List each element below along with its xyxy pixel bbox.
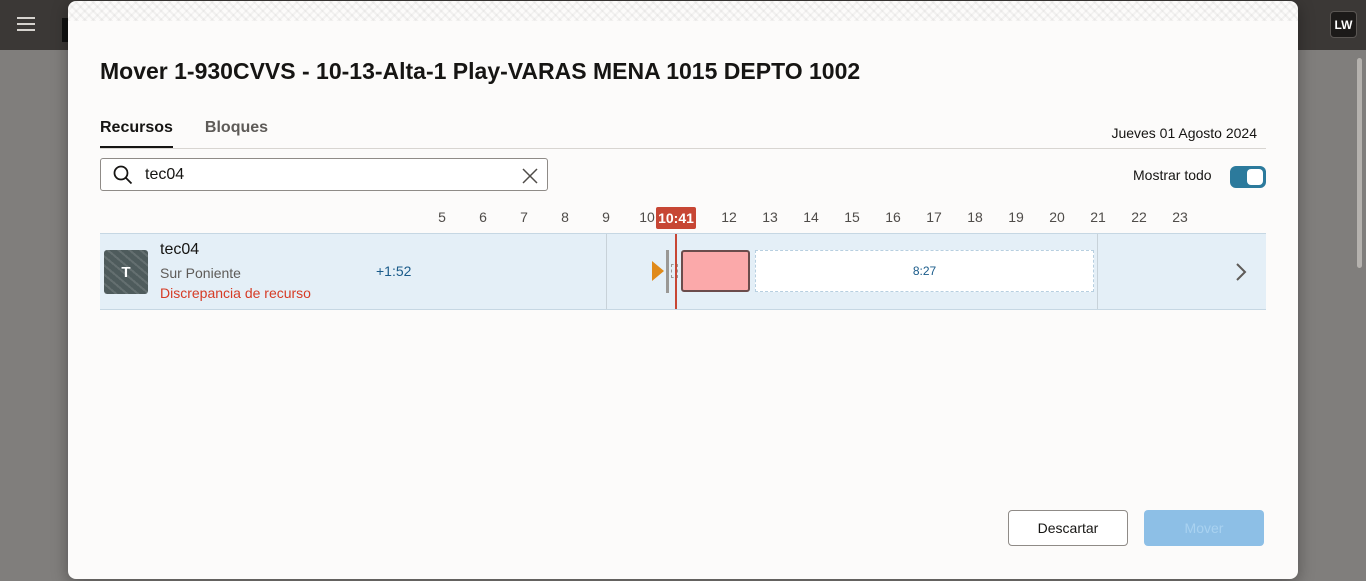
resource-name: tec04 [160, 241, 200, 258]
search-field[interactable] [100, 158, 548, 191]
close-icon[interactable] [521, 167, 539, 185]
free-time-slot[interactable]: 8:27 [755, 250, 1094, 292]
search-input[interactable] [145, 163, 505, 187]
hour-tick: 21 [1090, 209, 1106, 225]
current-time-line [675, 234, 677, 309]
hour-tick: 22 [1131, 209, 1147, 225]
hour-tick: 23 [1172, 209, 1188, 225]
hour-tick: 15 [844, 209, 860, 225]
resource-area: Sur Poniente [160, 265, 241, 281]
discard-button[interactable]: Descartar [1008, 510, 1128, 546]
route-start-marker [652, 261, 664, 281]
hour-tick: 7 [520, 209, 528, 225]
dialog-header-texture [68, 1, 1298, 21]
show-all-toggle[interactable] [1230, 166, 1266, 188]
hour-tick: 17 [926, 209, 942, 225]
resource-row[interactable]: T tec04 Sur Poniente Discrepancia de rec… [100, 233, 1266, 310]
hour-tick: 5 [438, 209, 446, 225]
user-avatar[interactable]: LW [1330, 11, 1357, 38]
current-time-badge: 10:41 [656, 207, 696, 229]
hour-tick: 6 [479, 209, 487, 225]
move-dialog: Mover 1-930CVVS - 10-13-Alta-1 Play-VARA… [68, 1, 1298, 579]
work-window-start-line [606, 234, 607, 309]
hour-tick: 12 [721, 209, 737, 225]
resource-avatar: T [104, 250, 148, 294]
toggle-knob [1247, 169, 1263, 185]
tabs-divider [100, 148, 1266, 149]
hamburger-menu-icon[interactable] [17, 17, 35, 31]
dialog-title: Mover 1-930CVVS - 10-13-Alta-1 Play-VARA… [100, 58, 861, 84]
hour-tick: 16 [885, 209, 901, 225]
time-offset: +1:52 [376, 263, 412, 279]
tab-bloques[interactable]: Bloques [205, 119, 268, 149]
date-label: Jueves 01 Agosto 2024 [1111, 125, 1257, 141]
hour-tick: 9 [602, 209, 610, 225]
hour-tick: 14 [803, 209, 819, 225]
avatar-letter: T [121, 263, 131, 281]
resource-warning: Discrepancia de recurso [160, 285, 311, 301]
hour-tick: 20 [1049, 209, 1065, 225]
show-all-label: Mostrar todo [1133, 167, 1212, 183]
search-icon [113, 165, 133, 185]
travel-bar [666, 250, 669, 293]
tab-bar: Recursos Bloques [100, 119, 268, 149]
move-button[interactable]: Mover [1144, 510, 1264, 546]
hour-tick: 13 [762, 209, 778, 225]
activity-block[interactable] [681, 250, 750, 292]
chevron-right-icon[interactable] [1234, 262, 1248, 282]
tab-recursos[interactable]: Recursos [100, 119, 173, 149]
work-window-end-line [1097, 234, 1098, 309]
hour-tick: 8 [561, 209, 569, 225]
page-scrollbar[interactable] [1357, 58, 1362, 268]
hour-tick: 18 [967, 209, 983, 225]
hour-tick: 19 [1008, 209, 1024, 225]
